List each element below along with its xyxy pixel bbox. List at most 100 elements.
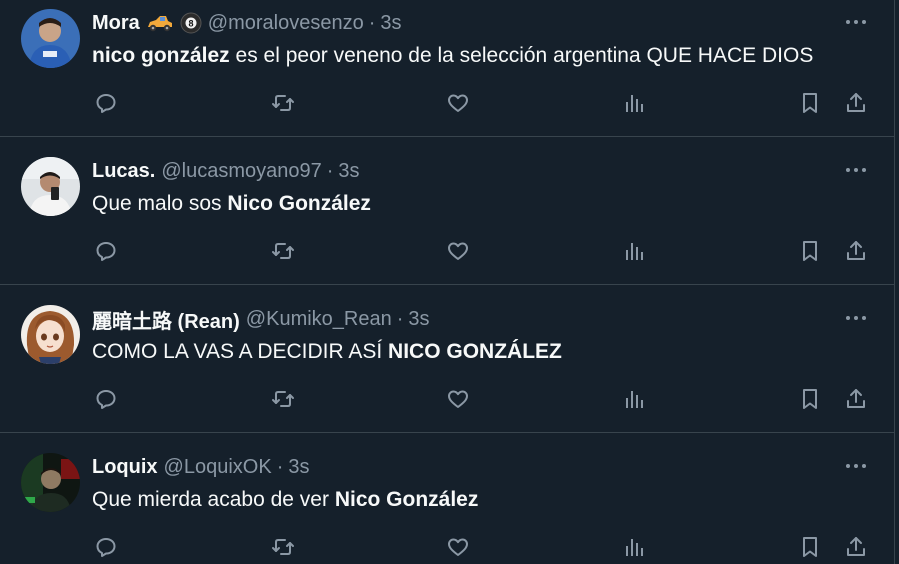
like-button[interactable] <box>442 83 474 123</box>
retweet-button[interactable] <box>267 231 299 271</box>
share-icon <box>847 93 865 112</box>
like-button[interactable] <box>442 379 474 419</box>
separator-dot: · <box>276 455 284 478</box>
tweet-text: COMO LA VAS A DECIDIR ASÍ NICO GONZÁLEZ <box>92 338 562 366</box>
tweet-text-rest: Que mierda acabo de ver <box>92 488 335 511</box>
retweet-icon <box>272 243 294 259</box>
tweet-header: Loquix @LoquixOK · 3s <box>92 454 309 480</box>
share-button[interactable] <box>840 527 872 564</box>
tweet[interactable]: 麗暗土路 (Rean) @Kumiko_Rean · 3s COMO LA VA… <box>0 285 894 433</box>
bookmark-button[interactable] <box>794 527 826 564</box>
retweet-button[interactable] <box>267 527 299 564</box>
tweet[interactable]: Lucas. @lucasmoyano97 · 3s Que malo sos … <box>0 137 894 285</box>
share-button[interactable] <box>840 379 872 419</box>
user-handle[interactable]: @moralovesenzo <box>208 12 364 35</box>
tweet-actions <box>0 83 894 123</box>
reply-button[interactable] <box>90 231 122 271</box>
tweet-actions <box>0 379 894 419</box>
retweet-icon <box>272 95 294 111</box>
bookmark-icon <box>803 241 817 261</box>
svg-text:8: 8 <box>188 19 193 29</box>
retweet-icon <box>272 539 294 555</box>
more-options-button[interactable] <box>846 168 866 172</box>
retweet-button[interactable] <box>267 379 299 419</box>
more-options-button[interactable] <box>846 20 866 24</box>
timestamp[interactable]: 3s <box>408 308 429 331</box>
column-divider <box>894 0 899 564</box>
tweet-header: Mora 8 @moralovesenzo · 3s <box>92 10 402 36</box>
views-icon <box>626 539 643 556</box>
more-options-button[interactable] <box>846 464 866 468</box>
like-button[interactable] <box>442 527 474 564</box>
views-button[interactable] <box>618 379 650 419</box>
bookmark-button[interactable] <box>794 83 826 123</box>
tweet-text-bold: NICO GONZÁLEZ <box>388 340 562 363</box>
user-handle[interactable]: @Kumiko_Rean <box>246 308 392 331</box>
views-button[interactable] <box>618 527 650 564</box>
tweet-text-bold: Nico González <box>334 488 479 511</box>
display-name[interactable]: Lucas. <box>92 160 155 183</box>
views-button[interactable] <box>618 231 650 271</box>
like-icon <box>448 94 468 112</box>
reply-icon <box>96 538 116 557</box>
timestamp[interactable]: 3s <box>380 12 401 35</box>
avatar[interactable] <box>21 9 80 68</box>
timestamp[interactable]: 3s <box>288 456 309 479</box>
tweet-actions <box>0 527 894 564</box>
timeline-feed: Mora 8 @moralovesenzo · 3s nico gonzález… <box>0 0 894 564</box>
user-handle[interactable]: @LoquixOK <box>164 456 272 479</box>
tweet-text-rest: COMO LA VAS A DECIDIR ASÍ <box>92 340 389 363</box>
like-icon <box>448 242 468 260</box>
8-ball-emoji: 8 <box>180 12 202 34</box>
tweet-text-rest: es el peor veneno de la selección argent… <box>229 44 814 67</box>
reply-button[interactable] <box>90 379 122 419</box>
reply-button[interactable] <box>90 83 122 123</box>
separator-dot: · <box>326 159 334 182</box>
avatar[interactable] <box>21 453 80 512</box>
more-options-button[interactable] <box>846 316 866 320</box>
tweet[interactable]: Mora 8 @moralovesenzo · 3s nico gonzález… <box>0 0 894 137</box>
views-icon <box>626 95 643 112</box>
display-name[interactable]: Mora <box>92 12 140 35</box>
like-icon <box>448 390 468 408</box>
avatar[interactable] <box>21 157 80 216</box>
display-name[interactable]: 麗暗土路 (Rean) <box>92 305 240 334</box>
share-button[interactable] <box>840 231 872 271</box>
user-handle[interactable]: @lucasmoyano97 <box>161 160 321 183</box>
share-icon <box>847 389 865 408</box>
bookmark-button[interactable] <box>794 379 826 419</box>
tweet-text: Que mierda acabo de ver Nico González <box>92 486 478 514</box>
timestamp[interactable]: 3s <box>338 160 359 183</box>
views-icon <box>626 243 643 260</box>
bookmark-button[interactable] <box>794 231 826 271</box>
tweet-text-bold: nico gonzález <box>92 44 230 67</box>
retweet-icon <box>272 391 294 407</box>
tweet-actions <box>0 231 894 271</box>
retweet-button[interactable] <box>267 83 299 123</box>
race-car-emoji <box>146 13 174 33</box>
share-icon <box>847 241 865 260</box>
reply-icon <box>96 390 116 409</box>
tweet-text: Que malo sos Nico González <box>92 190 371 218</box>
tweet-text: nico gonzález es el peor veneno de la se… <box>92 42 813 70</box>
like-button[interactable] <box>442 231 474 271</box>
views-button[interactable] <box>618 83 650 123</box>
avatar[interactable] <box>21 305 80 364</box>
share-button[interactable] <box>840 83 872 123</box>
reply-button[interactable] <box>90 527 122 564</box>
bookmark-icon <box>803 389 817 409</box>
reply-icon <box>96 94 116 113</box>
tweet[interactable]: Loquix @LoquixOK · 3s Que mierda acabo d… <box>0 433 894 564</box>
tweet-header: 麗暗土路 (Rean) @Kumiko_Rean · 3s <box>92 305 430 334</box>
display-name[interactable]: Loquix <box>92 456 158 479</box>
views-icon <box>626 391 643 408</box>
bookmark-icon <box>803 93 817 113</box>
like-icon <box>448 538 468 556</box>
reply-icon <box>96 242 116 261</box>
separator-dot: · <box>396 307 404 330</box>
tweet-header: Lucas. @lucasmoyano97 · 3s <box>92 158 360 184</box>
tweet-text-bold: Nico González <box>227 192 371 215</box>
bookmark-icon <box>803 537 817 557</box>
separator-dot: · <box>368 11 376 34</box>
share-icon <box>847 537 865 556</box>
